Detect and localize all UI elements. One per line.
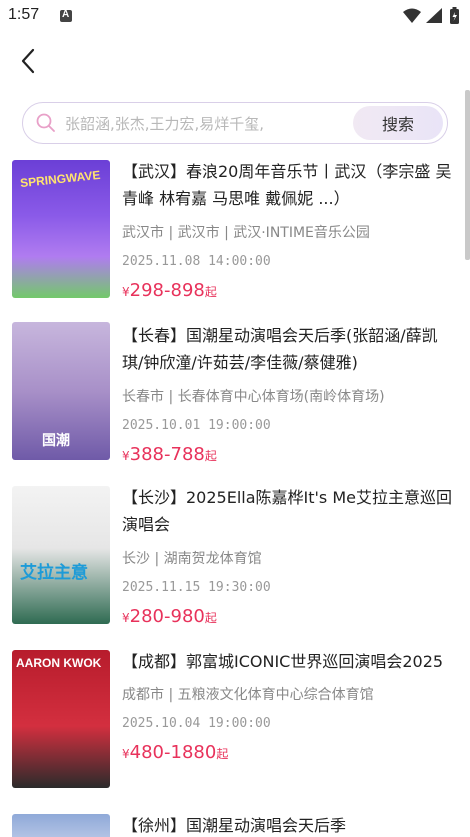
- poster-title: 国潮: [42, 432, 70, 448]
- event-venue: 长春市 | 长春体育中心体育场(南岭体育场): [122, 389, 385, 405]
- event-datetime: 2025.10.04 19:00:00: [122, 716, 271, 731]
- back-button[interactable]: [14, 46, 44, 76]
- event-title[interactable]: 【徐州】国潮星动演唱会天后季: [122, 812, 458, 837]
- search-button[interactable]: 搜索: [353, 106, 443, 140]
- event-poster[interactable]: SPRINGWAVE: [12, 160, 110, 298]
- status-time: 1:57: [8, 6, 40, 23]
- event-title[interactable]: 【成都】郭富城ICONIC世界巡回演唱会2025: [122, 648, 458, 675]
- event-venue: 成都市 | 五粮液文化体育中心综合体育馆: [122, 687, 374, 703]
- event-poster[interactable]: 国潮: [12, 322, 110, 460]
- poster-title: 艾拉主意: [20, 563, 88, 582]
- event-poster[interactable]: 艾拉主意: [12, 486, 110, 624]
- event-venue: 武汉市 | 武汉市 | 武汉·INTIME音乐公园: [122, 225, 370, 241]
- event-datetime: 2025.11.08 14:00:00: [122, 254, 271, 269]
- event-title[interactable]: 【长春】国潮星动演唱会天后季(张韶涵/薛凯琪/钟欣潼/许茹芸/李佳薇/蔡健雅): [122, 322, 458, 376]
- top-bar: [0, 34, 470, 88]
- notification-icon: A: [60, 9, 72, 22]
- search-icon: [36, 113, 55, 132]
- status-icons: [403, 7, 459, 24]
- chevron-left-icon: [21, 48, 35, 74]
- event-price: ¥298-898起: [122, 280, 217, 301]
- signal-icon: [426, 8, 442, 23]
- event-title[interactable]: 【长沙】2025Ella陈嘉桦It's Me艾拉主意巡回演唱会: [122, 484, 458, 538]
- event-datetime: 2025.10.01 19:00:00: [122, 418, 271, 433]
- wifi-icon: [403, 8, 421, 23]
- poster-title: SPRINGWAVE: [19, 167, 101, 191]
- poster-title: AARON KWOK: [16, 656, 102, 670]
- event-price: ¥480-1880起: [122, 742, 229, 763]
- status-bar: 1:57 A: [0, 0, 470, 34]
- event-poster[interactable]: [12, 814, 110, 837]
- event-price: ¥280-980起: [122, 606, 217, 627]
- search-bar: 搜索: [22, 102, 448, 144]
- scrollbar[interactable]: [465, 90, 470, 260]
- event-price: ¥388-788起: [122, 444, 217, 465]
- event-venue: 长沙 | 湖南贺龙体育馆: [122, 551, 262, 567]
- event-poster[interactable]: AARON KWOK: [12, 650, 110, 788]
- battery-icon: [450, 7, 459, 24]
- search-input[interactable]: [65, 109, 355, 139]
- event-datetime: 2025.11.15 19:30:00: [122, 580, 271, 595]
- event-title[interactable]: 【武汉】春浪20周年音乐节丨武汉（李宗盛 吴青峰 林宥嘉 马思唯 戴佩妮 ...…: [122, 158, 458, 212]
